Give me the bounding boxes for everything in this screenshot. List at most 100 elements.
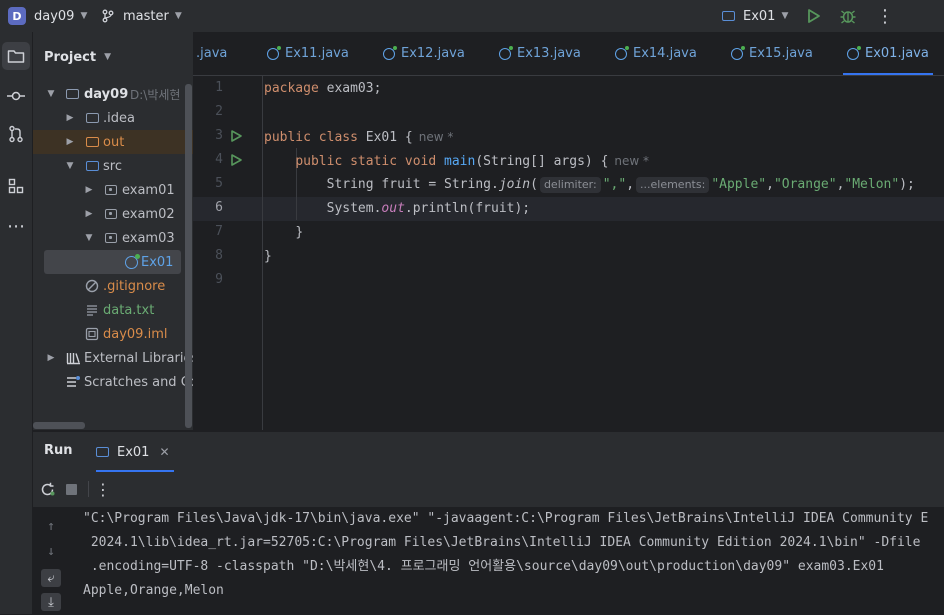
run-config-selector[interactable]: Ex01 ▼ <box>722 0 788 32</box>
chevron-down-icon: ▼ <box>47 89 55 99</box>
tree-item-exam02[interactable]: ▶ exam02 <box>33 202 193 226</box>
tab-ex14[interactable]: Ex14.java <box>615 32 697 75</box>
tree-item-label: .gitignore <box>103 278 166 294</box>
code-line-3: public class Ex01 {new * <box>264 125 453 149</box>
parameter-hint: delimiter: <box>539 177 601 193</box>
close-icon[interactable]: ✕ <box>159 445 169 459</box>
soft-wrap-icon[interactable]: ⤶ <box>41 569 61 587</box>
code-token: ); <box>899 177 915 192</box>
chevron-down-icon: ▼ <box>174 11 182 21</box>
excluded-folder-icon <box>84 134 100 150</box>
code-token: "Orange" <box>773 177 837 192</box>
java-class-icon <box>383 45 397 60</box>
folder-icon <box>84 110 100 126</box>
vertical-scrollbar[interactable] <box>185 84 192 428</box>
run-gutter-icon[interactable] <box>230 154 242 166</box>
structure-icon <box>8 178 24 194</box>
tab-ex15[interactable]: Ex15.java <box>731 32 813 75</box>
tree-item-idea[interactable]: ▶ .idea <box>33 106 193 130</box>
branch-name: master <box>123 8 169 24</box>
ignore-file-icon <box>84 278 100 294</box>
more-options-icon[interactable]: ⋮ <box>876 0 894 32</box>
code-token: public class <box>264 130 358 145</box>
console-output[interactable]: ↑ ↓ ⤶ ⤓ "C:\Program Files\Java\jdk-17\bi… <box>33 507 944 615</box>
stop-button[interactable] <box>61 479 81 499</box>
tab-ex11[interactable]: Ex11.java <box>267 32 349 75</box>
pull-request-icon <box>9 125 23 143</box>
tree-item-gitignore[interactable]: .gitignore <box>33 274 193 298</box>
code-token: main <box>444 154 476 169</box>
console-icon <box>722 11 735 21</box>
code-token: public static void <box>295 154 437 169</box>
tab-ex13[interactable]: Ex13.java <box>499 32 581 75</box>
active-tab-indicator <box>96 470 174 472</box>
folder-icon <box>7 50 25 63</box>
code-token: out <box>381 201 405 216</box>
run-config-name: Ex01 <box>743 8 776 24</box>
line-number: 1 <box>215 80 223 95</box>
code-token: , <box>626 177 635 192</box>
tab-label: Ex13.java <box>517 46 581 61</box>
code-line-5: String fruit = String.join(delimiter: ","… <box>264 173 915 197</box>
console-line: Apple,Orange,Melon <box>83 583 224 598</box>
project-panel: Project ▼ ▼ day09 D:\박세현 ▶ .idea ▶ out ▼… <box>33 32 193 430</box>
scroll-to-end-icon[interactable]: ⤓ <box>41 593 61 611</box>
run-button[interactable] <box>806 0 822 32</box>
console-line: .encoding=UTF-8 -classpath "D:\박세현\4. 프로… <box>83 559 884 574</box>
stop-icon <box>65 483 77 495</box>
tree-item-label: Scratches and Con <box>84 374 193 390</box>
structure-tool-button[interactable] <box>2 172 30 200</box>
run-gutter-icon[interactable] <box>230 130 242 142</box>
tab-ex01[interactable]: Ex01.java <box>843 32 933 75</box>
tree-item-day09-iml[interactable]: day09.iml <box>33 322 193 346</box>
scratches-icon <box>65 374 81 390</box>
code-author-hint[interactable]: new * <box>614 154 649 168</box>
code-token: System. <box>326 201 382 216</box>
pull-requests-tool-button[interactable] <box>2 120 30 148</box>
code-author-hint[interactable]: new * <box>419 130 454 144</box>
rerun-button[interactable] <box>37 479 57 499</box>
scroll-down-icon[interactable]: ↓ <box>41 542 61 560</box>
commit-tool-button[interactable] <box>2 82 30 110</box>
tree-item-scratches[interactable]: Scratches and Con <box>33 370 193 394</box>
run-tool-window: Run Ex01 ✕ ⋮ ↑ ↓ ⤶ ⤓ "C:\Program Files\J… <box>33 431 944 615</box>
scroll-up-icon[interactable]: ↑ <box>41 517 61 535</box>
line-number: 3 <box>215 128 223 143</box>
code-line-7: } <box>264 221 303 245</box>
tab-ex12[interactable]: Ex12.java <box>383 32 465 75</box>
gutter-separator <box>262 76 263 430</box>
tree-item-day09[interactable]: ▼ day09 D:\박세현 <box>33 82 193 106</box>
code-editor[interactable]: 1 2 3 4 5 6 7 8 9 package exam03; public… <box>193 76 944 430</box>
package-icon <box>103 182 119 198</box>
tree-item-external-libraries[interactable]: ▶ External Libraries <box>33 346 193 370</box>
chevron-right-icon: ▶ <box>85 209 93 219</box>
tab-label: Ex01.java <box>865 46 929 61</box>
java-class-icon <box>731 45 745 60</box>
tab-label: Ex11.java <box>285 46 349 61</box>
project-panel-header[interactable]: Project ▼ <box>33 32 193 82</box>
tree-item-ex01[interactable]: Ex01 <box>44 250 181 274</box>
project-panel-title: Project <box>44 49 97 65</box>
project-name: day09 <box>34 8 75 24</box>
horizontal-scrollbar[interactable] <box>33 422 85 429</box>
code-line-8: } <box>264 245 272 269</box>
project-switcher[interactable]: D day09 ▼ <box>8 0 87 32</box>
tree-item-src[interactable]: ▼ src <box>33 154 193 178</box>
project-tool-button[interactable] <box>2 42 30 70</box>
tree-item-exam03[interactable]: ▼ exam03 <box>33 226 193 250</box>
tree-item-label: day09.iml <box>103 326 168 342</box>
more-options-icon[interactable]: ⋮ <box>95 479 111 499</box>
branch-switcher[interactable]: master ▼ <box>101 0 182 32</box>
line-number: 8 <box>215 248 223 263</box>
tool-window-strip: ⋯ <box>0 32 33 614</box>
code-token: package <box>264 81 319 96</box>
chevron-down-icon: ▼ <box>66 161 74 171</box>
tree-item-exam01[interactable]: ▶ exam01 <box>33 178 193 202</box>
tab-partial[interactable]: .java <box>196 32 227 75</box>
tree-item-data-txt[interactable]: data.txt <box>33 298 193 322</box>
commit-icon <box>7 91 25 101</box>
run-tab-ex01[interactable]: Ex01 ✕ <box>96 432 174 472</box>
tree-item-out[interactable]: ▶ out <box>33 130 193 154</box>
debug-button[interactable] <box>839 0 857 32</box>
more-tools-icon[interactable]: ⋯ <box>2 212 30 240</box>
